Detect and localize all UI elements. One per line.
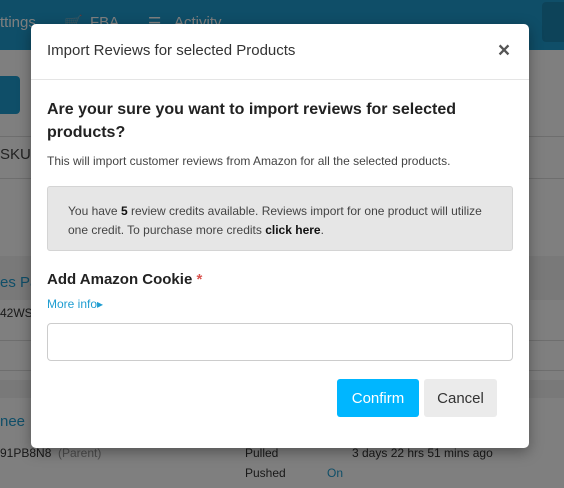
more-info-link[interactable]: More info▸ [47,297,103,311]
confirmation-question: Are your sure you want to import reviews… [47,101,456,141]
amazon-cookie-input[interactable] [47,323,513,361]
modal-header: Import Reviews for selected Products × [31,24,529,80]
cookie-label-text: Add Amazon Cookie [47,271,193,288]
credits-text-suffix: . [320,223,324,237]
cookie-label: Add Amazon Cookie * [47,271,513,288]
import-description: This will import customer reviews from A… [47,154,451,168]
more-info-text: More info [47,297,98,311]
credits-text-prefix: You have [68,204,121,218]
confirm-button[interactable]: Confirm [337,379,419,417]
credits-count: 5 [120,204,128,218]
cancel-button[interactable]: Cancel [424,379,497,417]
modal-body: Are your sure you want to import reviews… [47,98,513,361]
caret-right-icon: ▸ [97,297,104,311]
close-icon[interactable]: × [496,40,512,61]
modal-title: Import Reviews for selected Products [47,42,296,59]
required-marker: * [196,271,203,288]
purchase-credits-link[interactable]: click here [265,223,320,237]
import-reviews-modal: Import Reviews for selected Products × A… [31,24,529,448]
credits-info-box: You have 5 review credits available. Rev… [47,186,513,251]
